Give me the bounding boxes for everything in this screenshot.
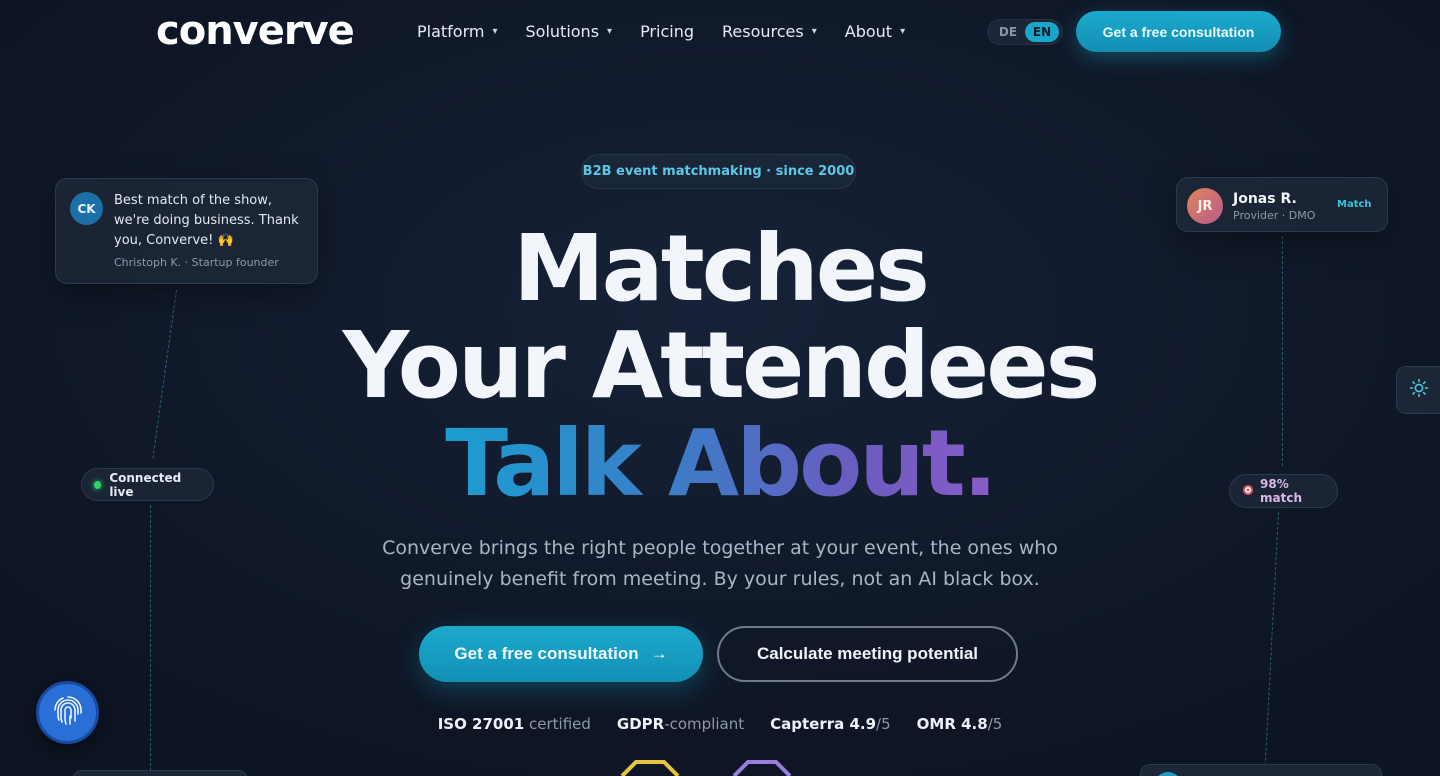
provider-name: Jonas R.: [1233, 191, 1297, 207]
chevron-down-icon: ▾: [900, 26, 906, 37]
provider-role: Provider · DMO: [1233, 209, 1316, 222]
consultation-label: Get a free consultation: [454, 644, 639, 663]
menu-label: Pricing: [640, 22, 694, 41]
menu-item-pricing[interactable]: Pricing: [640, 22, 694, 41]
hero-subtitle: Converve brings the right people togethe…: [382, 537, 1058, 590]
match-tag: Match: [1337, 199, 1372, 210]
award-badge-gold: [620, 760, 680, 776]
nav-consultation-button[interactable]: Get a free consultation: [1076, 11, 1281, 52]
menu-label: About: [844, 22, 893, 41]
connected-live-pill: Connected live: [81, 468, 214, 501]
trust-item-gdpr: GDPR-compliant: [616, 715, 745, 733]
trust-item-capterra: Capterra 4.9/5: [770, 715, 891, 733]
fingerprint-icon: [50, 693, 86, 733]
main-menu: Platform ▾ Solutions ▾ Pricing Resources…: [417, 22, 933, 41]
target-icon: [1242, 484, 1254, 499]
testimonial-author: Christoph K. · Startup founder: [114, 256, 279, 269]
testimonial-card: CK Best match of the show, we're doing b…: [55, 178, 318, 284]
chevron-down-icon: ▾: [811, 26, 817, 37]
menu-label: Resources: [722, 22, 804, 41]
lang-en-button[interactable]: EN: [1025, 22, 1059, 42]
hero-badge: B2B event matchmaking · since 2000: [581, 154, 856, 189]
live-dot-icon: [94, 480, 102, 489]
connector-line: [150, 505, 151, 776]
logo[interactable]: converve: [156, 8, 355, 54]
menu-item-solutions[interactable]: Solutions ▾: [526, 22, 613, 41]
trust-item-omr: OMR 4.8/5: [916, 715, 1003, 733]
match-score-label: 98% match: [1260, 477, 1302, 505]
menu-label: Platform: [417, 22, 485, 41]
avatar: JR: [1187, 188, 1223, 224]
testimonial-quote: Best match of the show, we're doing busi…: [114, 193, 299, 248]
top-navigation: converve Platform ▾ Solutions ▾ Pricing …: [0, 0, 1440, 64]
menu-item-about[interactable]: About ▾: [845, 22, 905, 41]
chevron-down-icon: ▾: [492, 26, 498, 37]
menu-label: Solutions: [525, 22, 600, 41]
match-score-pill: 98% match: [1229, 474, 1338, 508]
calculate-potential-button[interactable]: Calculate meeting potential: [717, 626, 1018, 682]
arrow-right-icon: →: [650, 644, 668, 663]
connected-label: Connected live: [109, 470, 182, 499]
headline-line-3: Talk About.: [0, 410, 1440, 518]
consultation-button[interactable]: Get a free consultation →: [419, 626, 703, 682]
lang-de-button[interactable]: DE: [991, 25, 1025, 39]
trust-item-iso: ISO 27001 certified: [437, 715, 591, 733]
provider-card: JR Jonas R. Provider · DMO Match: [1176, 177, 1388, 232]
sun-icon: [1409, 378, 1429, 402]
menu-item-resources[interactable]: Resources ▾: [722, 22, 817, 41]
avatar: CK: [70, 192, 103, 225]
language-switch: DE EN: [987, 19, 1063, 45]
menu-item-platform[interactable]: Platform ▾: [417, 22, 498, 41]
award-badge-purple: [732, 760, 792, 776]
chevron-down-icon: ▾: [607, 26, 613, 37]
award-badges: [620, 760, 792, 776]
headline-line-2: Your Attendees: [342, 312, 1101, 419]
theme-toggle-button[interactable]: [1396, 366, 1440, 414]
headline-gradient-text: Talk About.: [445, 410, 997, 517]
partial-card: [72, 770, 248, 776]
connector-line: [1264, 511, 1279, 776]
trust-bar: ISO 27001 certified GDPR-compliant Capte…: [0, 715, 1440, 733]
fingerprint-widget-button[interactable]: [36, 681, 99, 744]
